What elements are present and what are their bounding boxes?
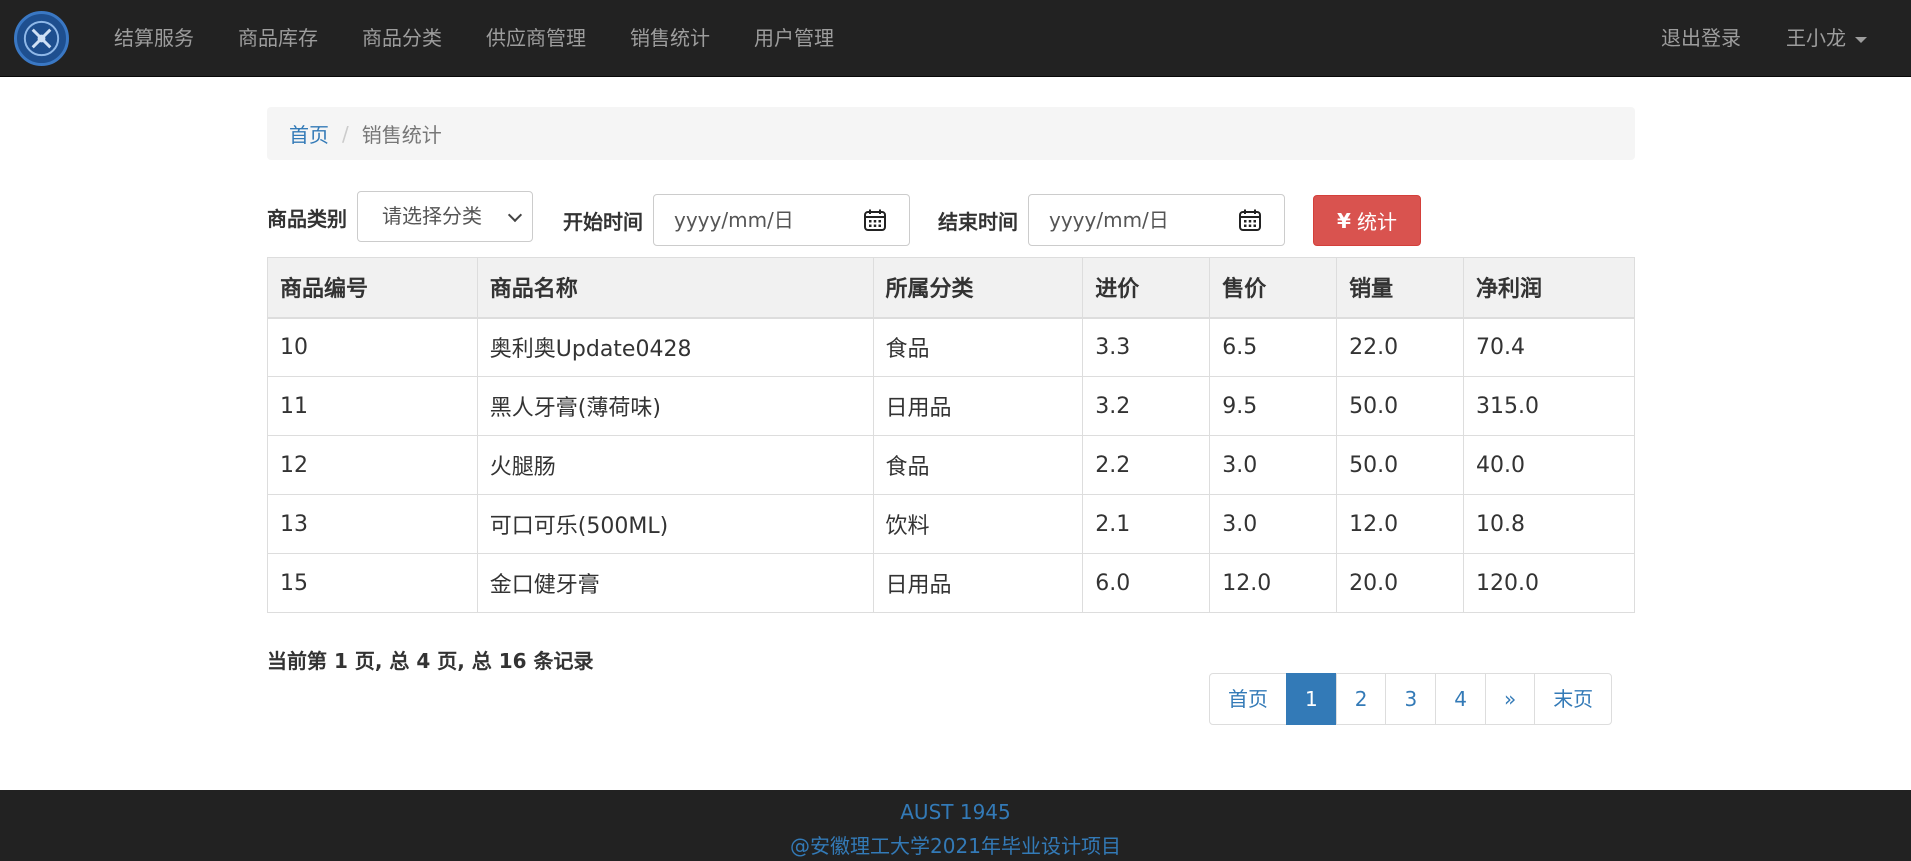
cell-name: 火腿肠 (476, 435, 874, 495)
nav-item-sales-stats[interactable]: 销售统计 (608, 0, 732, 77)
cell-sales: 12.0 (1336, 494, 1465, 554)
cell-profit: 315.0 (1463, 376, 1635, 436)
cell-price: 3.0 (1209, 494, 1338, 554)
cell-price: 9.5 (1209, 376, 1338, 436)
cell-sales: 20.0 (1336, 553, 1465, 613)
cell-name: 黑人牙膏(薄荷味) (476, 376, 874, 436)
col-header-name: 商品名称 (476, 257, 874, 319)
main-nav: 结算服务 商品库存 商品分类 供应商管理 销售统计 用户管理 (92, 0, 856, 77)
cell-id: 10 (267, 317, 478, 377)
cell-id: 15 (267, 553, 478, 613)
calendar-icon[interactable] (1238, 208, 1262, 232)
col-header-price: 售价 (1209, 257, 1338, 319)
cell-category: 日用品 (872, 376, 1084, 436)
footer: AUST 1945 @安徽理工大学2021年毕业设计项目 (0, 790, 1911, 861)
cell-profit: 70.4 (1463, 317, 1635, 377)
cell-name: 金口健牙膏 (476, 553, 874, 613)
footer-line-2: @安徽理工大学2021年毕业设计项目 (790, 834, 1121, 858)
cell-cost: 2.1 (1082, 494, 1211, 554)
cell-cost: 3.2 (1082, 376, 1211, 436)
user-nav: 退出登录 王小龙 (1616, 0, 1867, 77)
breadcrumb-current: 销售统计 (361, 123, 442, 147)
breadcrumb-separator: / (342, 121, 349, 146)
page-next[interactable]: » (1484, 673, 1536, 725)
cell-cost: 2.2 (1082, 435, 1211, 495)
end-date-input[interactable]: yyyy/mm/日 (1028, 194, 1285, 246)
yen-icon: ¥ (1337, 208, 1351, 233)
caret-down-icon (1855, 36, 1867, 43)
start-time-label: 开始时间 (563, 210, 643, 234)
table-header-row: 商品编号 商品名称 所属分类 进价 售价 销量 净利润 (267, 257, 1635, 319)
end-time-label: 结束时间 (938, 210, 1018, 234)
nav-item-checkout[interactable]: 结算服务 (92, 0, 216, 77)
page-4[interactable]: 4 (1435, 673, 1486, 725)
calendar-icon[interactable] (863, 208, 887, 232)
cell-profit: 40.0 (1463, 435, 1635, 495)
category-select[interactable]: 请选择分类 (357, 191, 533, 242)
page-info: 当前第 1 页, 总 4 页, 总 16 条记录 (267, 649, 594, 673)
pagination: 首页 1 2 3 4 » 末页 (1209, 673, 1613, 725)
cell-category: 日用品 (872, 553, 1084, 613)
page-first[interactable]: 首页 (1209, 673, 1287, 725)
user-menu[interactable]: 王小龙 (1741, 0, 1867, 77)
logout-link[interactable]: 退出登录 (1616, 0, 1741, 77)
breadcrumb: 首页 / 销售统计 (267, 107, 1635, 160)
cell-category: 食品 (872, 317, 1084, 377)
cell-price: 3.0 (1209, 435, 1338, 495)
nav-item-users[interactable]: 用户管理 (732, 0, 856, 77)
table-row: 12 火腿肠 食品 2.2 3.0 50.0 40.0 (267, 435, 1635, 495)
cell-id: 12 (267, 435, 478, 495)
cell-id: 11 (267, 376, 478, 436)
col-header-category: 所属分类 (872, 257, 1084, 319)
cell-name: 可口可乐(500ML) (476, 494, 874, 554)
cell-price: 12.0 (1209, 553, 1338, 613)
cell-sales: 22.0 (1336, 317, 1465, 377)
nav-item-categories[interactable]: 商品分类 (340, 0, 464, 77)
statistics-button-label: 统计 (1356, 210, 1397, 234)
footer-line-1: AUST 1945 (900, 800, 1011, 824)
cell-cost: 3.3 (1082, 317, 1211, 377)
breadcrumb-home-link[interactable]: 首页 (289, 119, 329, 148)
table-row: 15 金口健牙膏 日用品 6.0 12.0 20.0 120.0 (267, 553, 1635, 613)
page-last[interactable]: 末页 (1534, 673, 1613, 725)
start-date-placeholder: yyyy/mm/日 (674, 208, 794, 232)
category-label: 商品类别 (267, 207, 347, 231)
cell-sales: 50.0 (1336, 435, 1465, 495)
page-1[interactable]: 1 (1286, 673, 1337, 725)
page-3[interactable]: 3 (1385, 673, 1437, 725)
col-header-id: 商品编号 (267, 257, 478, 319)
col-header-cost: 进价 (1082, 257, 1211, 319)
nav-item-inventory[interactable]: 商品库存 (216, 0, 340, 77)
statistics-button[interactable]: ¥ 统计 (1313, 195, 1421, 246)
chevron-down-icon (507, 207, 523, 223)
page-2[interactable]: 2 (1335, 673, 1387, 725)
cell-cost: 6.0 (1082, 553, 1211, 613)
user-name: 王小龙 (1786, 26, 1846, 50)
nav-item-suppliers[interactable]: 供应商管理 (464, 0, 608, 77)
cell-category: 食品 (872, 435, 1084, 495)
top-navbar: 结算服务 商品库存 商品分类 供应商管理 销售统计 用户管理 退出登录 王小龙 (0, 0, 1911, 77)
category-select-value: 请选择分类 (382, 204, 482, 228)
start-date-input[interactable]: yyyy/mm/日 (653, 194, 910, 246)
table-row: 13 可口可乐(500ML) 饮料 2.1 3.0 12.0 10.8 (267, 494, 1635, 554)
university-logo-icon[interactable] (14, 11, 69, 66)
end-date-placeholder: yyyy/mm/日 (1049, 208, 1169, 232)
cell-category: 饮料 (872, 494, 1084, 554)
table-row: 10 奥利奥Update0428 食品 3.3 6.5 22.0 70.4 (267, 317, 1635, 377)
cell-id: 13 (267, 494, 478, 554)
cell-profit: 120.0 (1463, 553, 1635, 613)
sales-table: 商品编号 商品名称 所属分类 进价 售价 销量 净利润 10 奥利奥Update… (267, 257, 1635, 613)
col-header-sales: 销量 (1336, 257, 1465, 319)
col-header-profit: 净利润 (1463, 257, 1635, 319)
cell-sales: 50.0 (1336, 376, 1465, 436)
cell-price: 6.5 (1209, 317, 1338, 377)
cell-profit: 10.8 (1463, 494, 1635, 554)
cell-name: 奥利奥Update0428 (476, 317, 874, 377)
table-row: 11 黑人牙膏(薄荷味) 日用品 3.2 9.5 50.0 315.0 (267, 376, 1635, 436)
